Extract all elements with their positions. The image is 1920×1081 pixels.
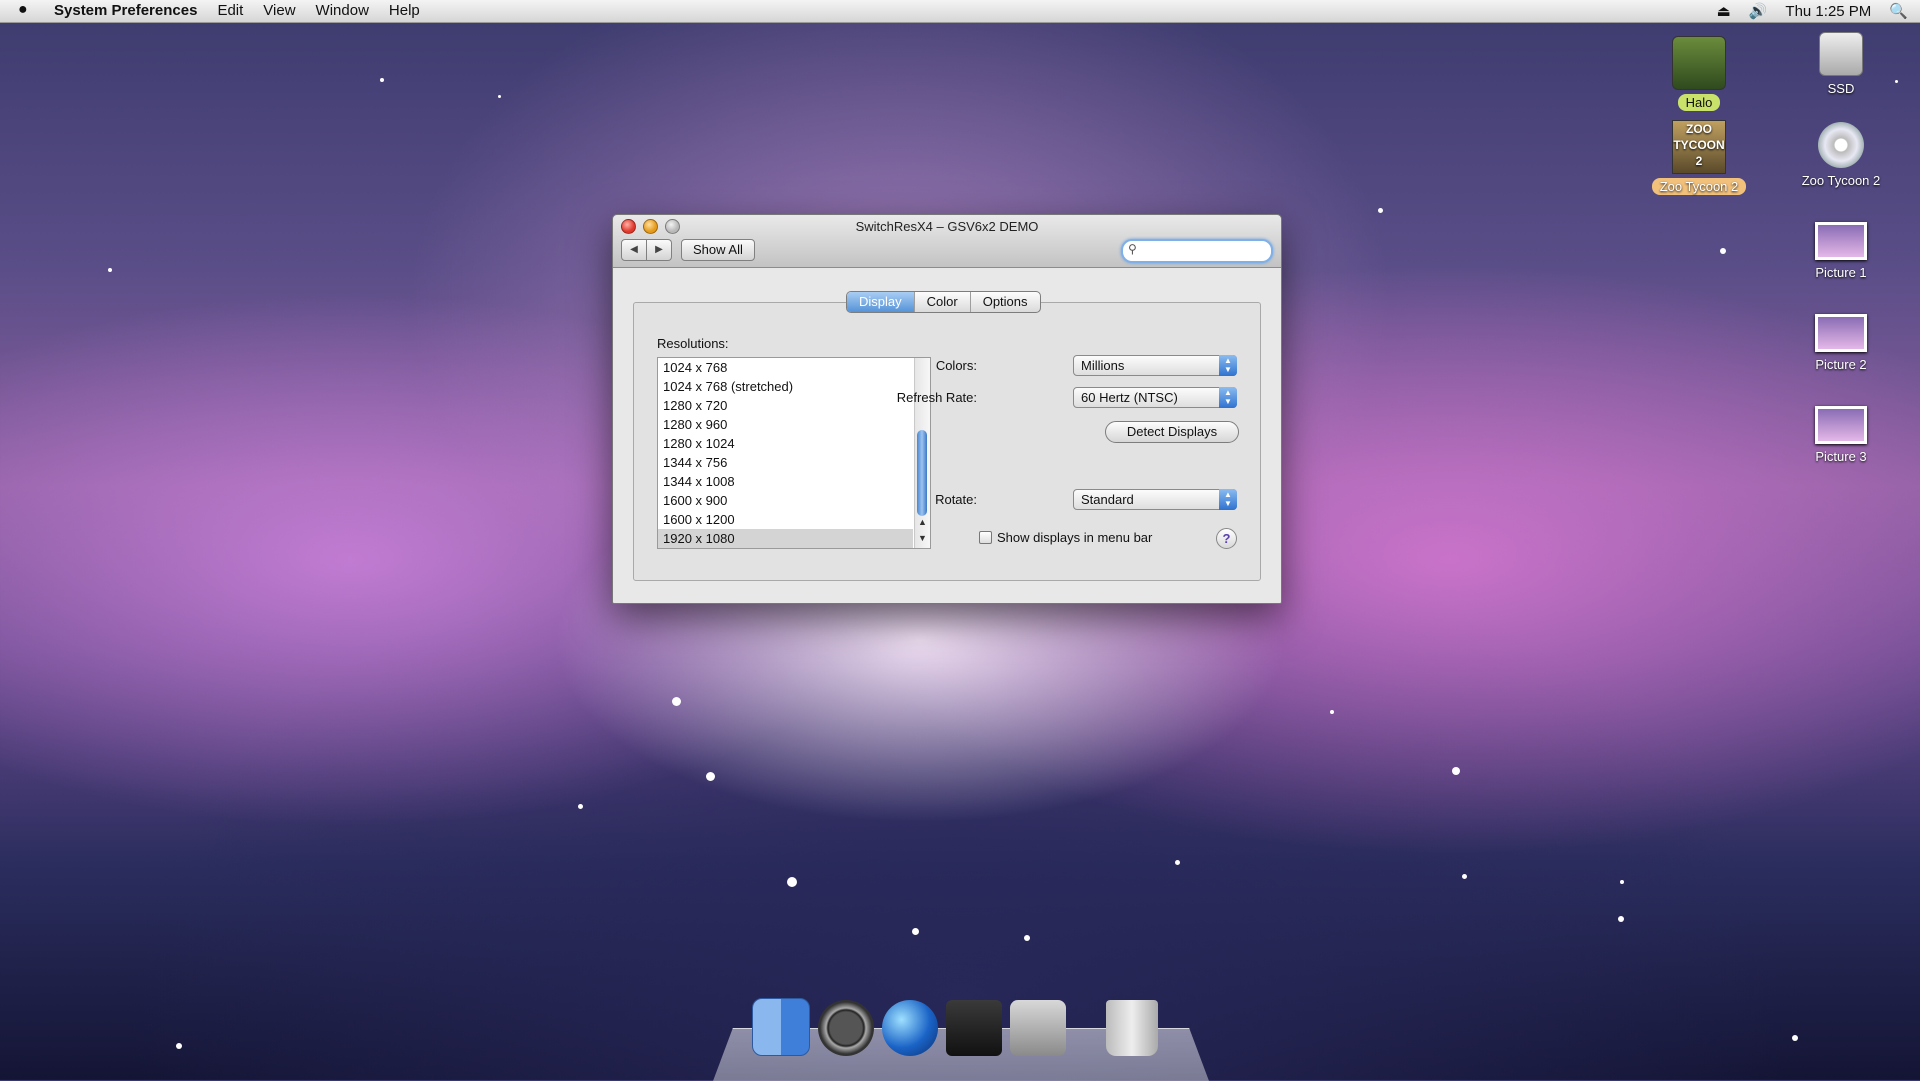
detect-displays-button[interactable]: Detect Displays — [1105, 421, 1239, 443]
list-item[interactable]: 1280 x 1024 — [658, 434, 913, 453]
desktop-icon-label: Zoo Tycoon 2 — [1801, 173, 1881, 188]
back-arrow-icon: ◀ — [630, 244, 638, 255]
picture-icon — [1815, 406, 1867, 444]
desktop-icon-picture-3[interactable]: Picture 3 — [1786, 406, 1896, 465]
window-title: SwitchResX4 – GSV6x2 DEMO — [855, 219, 1039, 234]
refresh-rate-popup[interactable]: 60 Hertz (NTSC) ▲ ▼ — [1073, 387, 1237, 408]
switchresx-window: SwitchResX4 – GSV6x2 DEMO ◀ ▶ Show All ⚲… — [612, 214, 1282, 604]
apple-menu-icon[interactable]: ● — [18, 1, 28, 19]
forward-arrow-icon: ▶ — [655, 244, 663, 255]
spotlight-icon[interactable]: 🔍 — [1889, 2, 1908, 20]
rotate-popup[interactable]: Standard ▲ ▼ — [1073, 489, 1237, 510]
menu-edit[interactable]: Edit — [217, 2, 243, 19]
show-all-button[interactable]: Show All — [681, 239, 755, 261]
desktop-icon-picture-1[interactable]: Picture 1 — [1786, 222, 1896, 281]
rotate-label: Rotate: — [935, 492, 977, 507]
colors-label: Colors: — [935, 358, 977, 373]
popup-arrows-icon: ▲ ▼ — [1219, 489, 1237, 510]
show-in-menu-bar-label[interactable]: Show displays in menu bar — [997, 530, 1152, 545]
refresh-rate-label: Refresh Rate: — [896, 390, 977, 405]
tab-bar: Display Color Options — [846, 291, 1041, 313]
search-icon: ⚲ — [1128, 242, 1137, 256]
desktop-icon-zoo-tycoon-game[interactable]: ZOO TYCOON 2 Zoo Tycoon 2 — [1644, 120, 1754, 195]
trash-icon[interactable] — [1106, 1000, 1158, 1056]
dashboard-icon[interactable] — [818, 1000, 874, 1056]
menu-view[interactable]: View — [263, 2, 295, 19]
desktop-icon-label: Halo — [1677, 94, 1721, 111]
title-bar[interactable]: SwitchResX4 – GSV6x2 DEMO ◀ ▶ Show All ⚲ — [613, 215, 1281, 268]
colors-popup[interactable]: Millions ▲ ▼ — [1073, 355, 1237, 376]
desktop-icon-label: Picture 2 — [1815, 357, 1867, 372]
search-input[interactable] — [1143, 242, 1265, 260]
back-button[interactable]: ◀ — [621, 239, 647, 261]
popup-arrows-icon: ▲ ▼ — [1219, 355, 1237, 376]
desktop-icon-zoo-tycoon-cd[interactable]: Zoo Tycoon 2 — [1786, 122, 1896, 189]
menu-bar: ● System Preferences Edit View Window He… — [0, 0, 1920, 23]
desktop-icon-halo[interactable]: Halo — [1644, 36, 1754, 111]
tab-options[interactable]: Options — [969, 292, 1040, 312]
system-preferences-icon[interactable] — [1010, 1000, 1066, 1056]
list-item-selected[interactable]: 1920 x 1080 — [658, 529, 913, 548]
tab-color[interactable]: Color — [913, 292, 970, 312]
popup-arrows-icon: ▲ ▼ — [1219, 387, 1237, 408]
eject-icon[interactable]: ⏏ — [1717, 2, 1731, 20]
desktop-icon-label: Zoo Tycoon 2 — [1651, 178, 1747, 195]
tab-display[interactable]: Display — [847, 292, 914, 312]
globe-icon[interactable] — [882, 1000, 938, 1056]
desktop-icon-label: Picture 1 — [1815, 265, 1867, 280]
rotate-value: Standard — [1081, 492, 1134, 507]
colors-value: Millions — [1081, 358, 1125, 373]
scroll-down-icon[interactable]: ▼ — [918, 533, 927, 543]
zoo-tycoon-game-icon: ZOO TYCOON 2 — [1672, 120, 1726, 174]
picture-icon — [1815, 314, 1867, 352]
scrollbar[interactable]: ▲ ▼ — [914, 358, 930, 548]
scroll-up-icon[interactable]: ▲ — [918, 517, 927, 527]
hard-drive-icon — [1819, 32, 1863, 76]
desktop-icon-ssd[interactable]: SSD — [1786, 32, 1896, 97]
desktop-icon-label: SSD — [1827, 81, 1855, 96]
volume-icon[interactable]: 🔊 — [1749, 2, 1768, 20]
forward-button[interactable]: ▶ — [647, 239, 672, 261]
resolutions-label: Resolutions: — [657, 336, 729, 351]
picture-icon — [1815, 222, 1867, 260]
search-field[interactable]: ⚲ — [1121, 239, 1273, 263]
list-item[interactable]: 1280 x 960 — [658, 415, 913, 434]
help-button[interactable]: ? — [1216, 528, 1237, 549]
camera-icon[interactable] — [946, 1000, 1002, 1056]
list-item[interactable]: 1600 x 1200 — [658, 510, 913, 529]
menu-window[interactable]: Window — [316, 2, 369, 19]
menu-app-name[interactable]: System Preferences — [54, 2, 197, 19]
desktop-icon-label: Picture 3 — [1815, 449, 1867, 464]
cd-icon — [1818, 122, 1864, 168]
menu-help[interactable]: Help — [389, 2, 420, 19]
show-in-menu-bar-row[interactable]: Show displays in menu bar — [979, 530, 1152, 545]
refresh-rate-value: 60 Hertz (NTSC) — [1081, 390, 1178, 405]
finder-icon[interactable] — [752, 998, 810, 1056]
clock[interactable]: Thu 1:25 PM — [1785, 3, 1871, 20]
show-in-menu-bar-checkbox[interactable] — [979, 531, 992, 544]
desktop-icon-picture-2[interactable]: Picture 2 — [1786, 314, 1896, 373]
dock-items — [752, 998, 1158, 1056]
list-item[interactable]: 1344 x 756 — [658, 453, 913, 472]
game-icon — [1672, 36, 1726, 90]
list-item[interactable]: 1344 x 1008 — [658, 472, 913, 491]
resolutions-list[interactable]: 1024 x 768 1024 x 768 (stretched) 1280 x… — [657, 357, 931, 549]
